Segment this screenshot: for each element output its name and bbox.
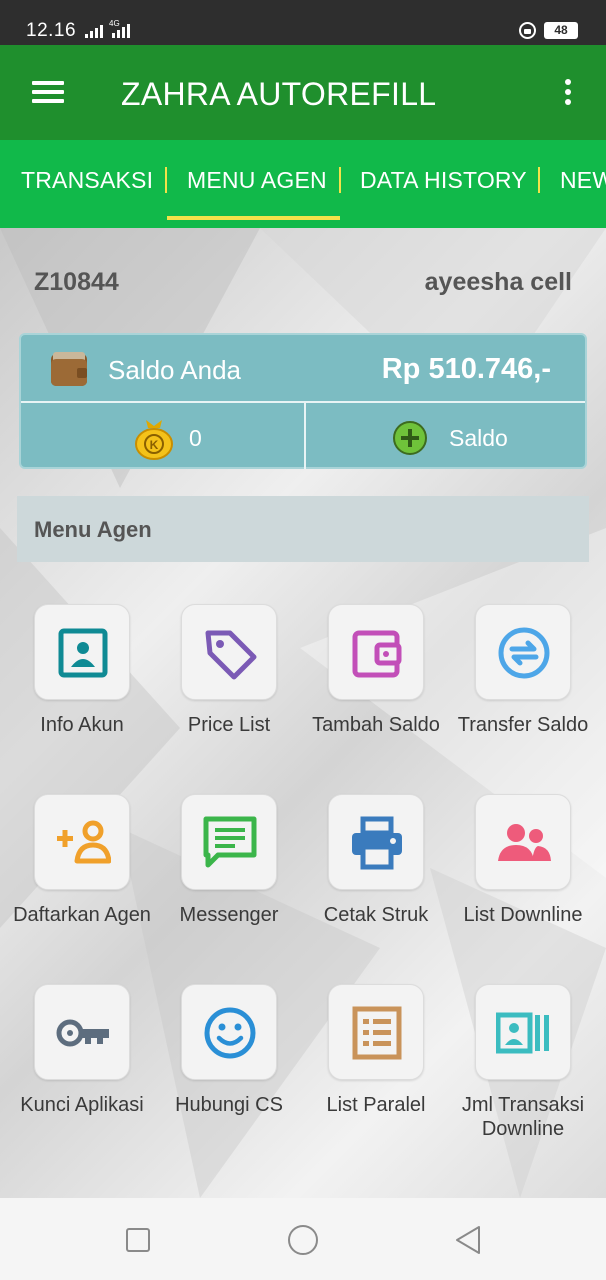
hamburger-menu-icon[interactable] xyxy=(32,81,64,103)
report-icon xyxy=(496,1012,549,1054)
add-user-icon xyxy=(57,820,111,864)
contact-card-icon xyxy=(58,628,108,678)
overflow-menu-icon[interactable] xyxy=(558,79,578,107)
menu-label: List Paralel xyxy=(326,1094,426,1116)
menu-tile[interactable] xyxy=(34,794,130,890)
account-name: ayeesha cell xyxy=(424,268,572,296)
menu-tile[interactable] xyxy=(475,984,571,1080)
menu-tile[interactable] xyxy=(34,984,130,1080)
back-icon[interactable] xyxy=(454,1225,482,1255)
menu-label: Price List xyxy=(187,714,271,736)
tab-transaksi[interactable]: TRANSAKSI xyxy=(21,167,153,194)
card-divider xyxy=(304,403,306,469)
app-title: ZAHRA AUTOREFILL xyxy=(121,76,437,112)
menu-item-list-downline[interactable]: List Downline xyxy=(452,794,592,964)
tab-news[interactable]: NEWS xyxy=(560,167,606,194)
menu-tile[interactable] xyxy=(328,984,424,1080)
menu-item-tambah-saldo[interactable]: Tambah Saldo xyxy=(305,604,445,774)
menu-label: Hubungi CS xyxy=(175,1094,283,1116)
active-tab-indicator xyxy=(167,216,340,220)
signal-icon: 4G xyxy=(85,19,130,38)
message-icon xyxy=(203,816,257,868)
menu-item-kunci-aplikasi[interactable]: Kunci Aplikasi xyxy=(11,984,151,1154)
key-icon xyxy=(56,1019,109,1047)
price-tag-icon xyxy=(205,630,257,680)
menu-tile[interactable] xyxy=(181,604,277,700)
menu-label: Jml Transaksi Downline xyxy=(461,1094,585,1140)
coin-count: 0 xyxy=(189,425,202,451)
battery-icon: 48 xyxy=(544,22,578,39)
tab-bar: TRANSAKSI MENU AGEN DATA HISTORY NEWS xyxy=(0,140,606,228)
add-balance-icon[interactable] xyxy=(392,420,428,456)
menu-tile[interactable] xyxy=(328,604,424,700)
tab-divider xyxy=(339,167,341,193)
balance-card: Saldo Anda Rp 510.746,- K 0 Saldo xyxy=(19,333,587,469)
menu-label: Tambah Saldo xyxy=(312,714,440,736)
lock-icon xyxy=(519,22,536,39)
menu-label: Info Akun xyxy=(40,714,124,736)
status-bar: 12.16 4G 48 xyxy=(0,0,606,45)
tab-data-history[interactable]: DATA HISTORY xyxy=(360,167,527,194)
balance-label: Saldo Anda xyxy=(108,355,242,385)
recent-apps-icon[interactable] xyxy=(126,1228,150,1252)
tab-divider xyxy=(538,167,540,193)
menu-tile[interactable] xyxy=(181,794,277,890)
menu-label: Transfer Saldo xyxy=(457,714,589,736)
menu-item-list-paralel[interactable]: List Paralel xyxy=(305,984,445,1154)
menu-tile[interactable] xyxy=(34,604,130,700)
menu-item-price-list[interactable]: Price List xyxy=(158,604,298,774)
menu-item-hubungi-cs[interactable]: Hubungi CS xyxy=(158,984,298,1154)
users-icon xyxy=(498,824,551,861)
main-content[interactable]: Z10844 ayeesha cell Saldo Anda Rp 510.74… xyxy=(0,228,606,1198)
menu-item-messenger[interactable]: Messenger xyxy=(158,794,298,964)
menu-label: Kunci Aplikasi xyxy=(20,1094,144,1116)
menu-label: Cetak Struk xyxy=(323,904,429,926)
wallet-icon xyxy=(352,630,402,678)
transfer-icon xyxy=(498,627,550,679)
menu-item-transfer-saldo[interactable]: Transfer Saldo xyxy=(452,604,592,774)
menu-tile[interactable] xyxy=(328,794,424,890)
system-nav-bar xyxy=(0,1198,606,1280)
add-balance-label[interactable]: Saldo xyxy=(449,425,508,452)
balance-row: Saldo Anda Rp 510.746,- xyxy=(21,335,585,403)
home-icon[interactable] xyxy=(287,1224,319,1256)
menu-label: List Downline xyxy=(463,904,583,926)
menu-tile[interactable] xyxy=(475,794,571,890)
account-id: Z10844 xyxy=(34,268,119,296)
printer-icon xyxy=(352,816,402,870)
menu-label: Messenger xyxy=(179,904,279,926)
coin-bag-icon[interactable]: K xyxy=(134,416,174,460)
tab-divider xyxy=(165,167,167,193)
smiley-icon xyxy=(204,1007,256,1059)
list-icon xyxy=(352,1006,402,1060)
menu-tile[interactable] xyxy=(181,984,277,1080)
svg-text:K: K xyxy=(150,438,159,452)
balance-value: Rp 510.746,- xyxy=(381,353,551,385)
menu-item-jml-transaksi-downline[interactable]: Jml Transaksi Downline xyxy=(452,984,592,1154)
menu-tile[interactable] xyxy=(475,604,571,700)
tab-menu-agen[interactable]: MENU AGEN xyxy=(187,167,327,194)
wallet-icon xyxy=(51,352,87,386)
menu-item-daftarkan-agen[interactable]: Daftarkan Agen xyxy=(11,794,151,964)
app-bar: ZAHRA AUTOREFILL xyxy=(0,45,606,140)
menu-item-info-akun[interactable]: Info Akun xyxy=(11,604,151,774)
menu-item-cetak-struk[interactable]: Cetak Struk xyxy=(305,794,445,964)
section-title: Menu Agen xyxy=(34,517,152,542)
status-time: 12.16 xyxy=(26,20,77,41)
network-type: 4G xyxy=(109,19,120,28)
section-header: Menu Agen xyxy=(17,496,589,562)
menu-label: Daftarkan Agen xyxy=(13,904,151,926)
